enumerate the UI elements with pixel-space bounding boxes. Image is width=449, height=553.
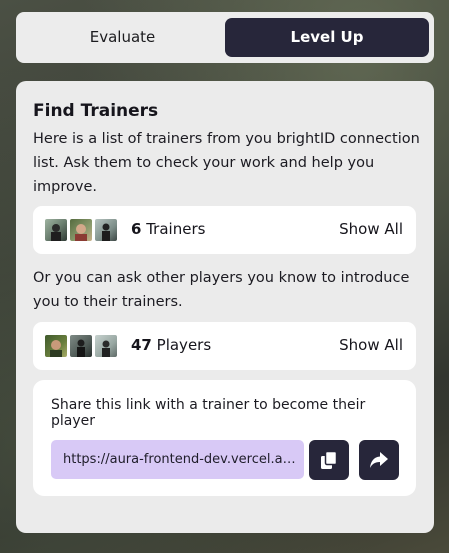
- share-instructions: Share this link with a trainer to become…: [51, 397, 366, 429]
- player-avatar: [44, 334, 68, 358]
- mode-tabs: Evaluate Level Up: [16, 12, 434, 63]
- copy-link-button[interactable]: [309, 440, 349, 480]
- trainers-count-number: 6: [131, 220, 142, 238]
- copy-icon: [321, 450, 338, 469]
- trainers-count: 6 Trainers: [131, 220, 205, 238]
- trainer-avatar: [69, 218, 93, 242]
- tab-evaluate[interactable]: Evaluate: [16, 18, 229, 57]
- trainer-avatar: [94, 218, 118, 242]
- trainers-row[interactable]: 6 Trainers Show All: [33, 206, 416, 254]
- share-link-panel: Share this link with a trainer to become…: [33, 380, 416, 496]
- players-count: 47 Players: [131, 336, 211, 354]
- players-show-all-button[interactable]: Show All: [339, 336, 403, 354]
- players-row[interactable]: 47 Players Show All: [33, 322, 416, 370]
- trainer-avatar: [44, 218, 68, 242]
- tab-level-up[interactable]: Level Up: [225, 18, 429, 57]
- share-arrow-icon: [370, 452, 388, 468]
- players-count-number: 47: [131, 336, 152, 354]
- players-count-label: Players: [156, 336, 212, 354]
- player-avatar: [69, 334, 93, 358]
- trainers-show-all-button[interactable]: Show All: [339, 220, 403, 238]
- player-avatar: [94, 334, 118, 358]
- share-link-field[interactable]: https://aura-frontend-dev.vercel.app: [51, 440, 304, 479]
- find-trainers-card: Find Trainers Here is a list of trainers…: [16, 81, 434, 533]
- card-title: Find Trainers: [33, 101, 159, 121]
- trainers-count-label: Trainers: [146, 220, 206, 238]
- trainers-description: Here is a list of trainers from you brig…: [33, 131, 420, 195]
- players-description: Or you can ask other players you know to…: [33, 270, 410, 310]
- share-link-button[interactable]: [359, 440, 399, 480]
